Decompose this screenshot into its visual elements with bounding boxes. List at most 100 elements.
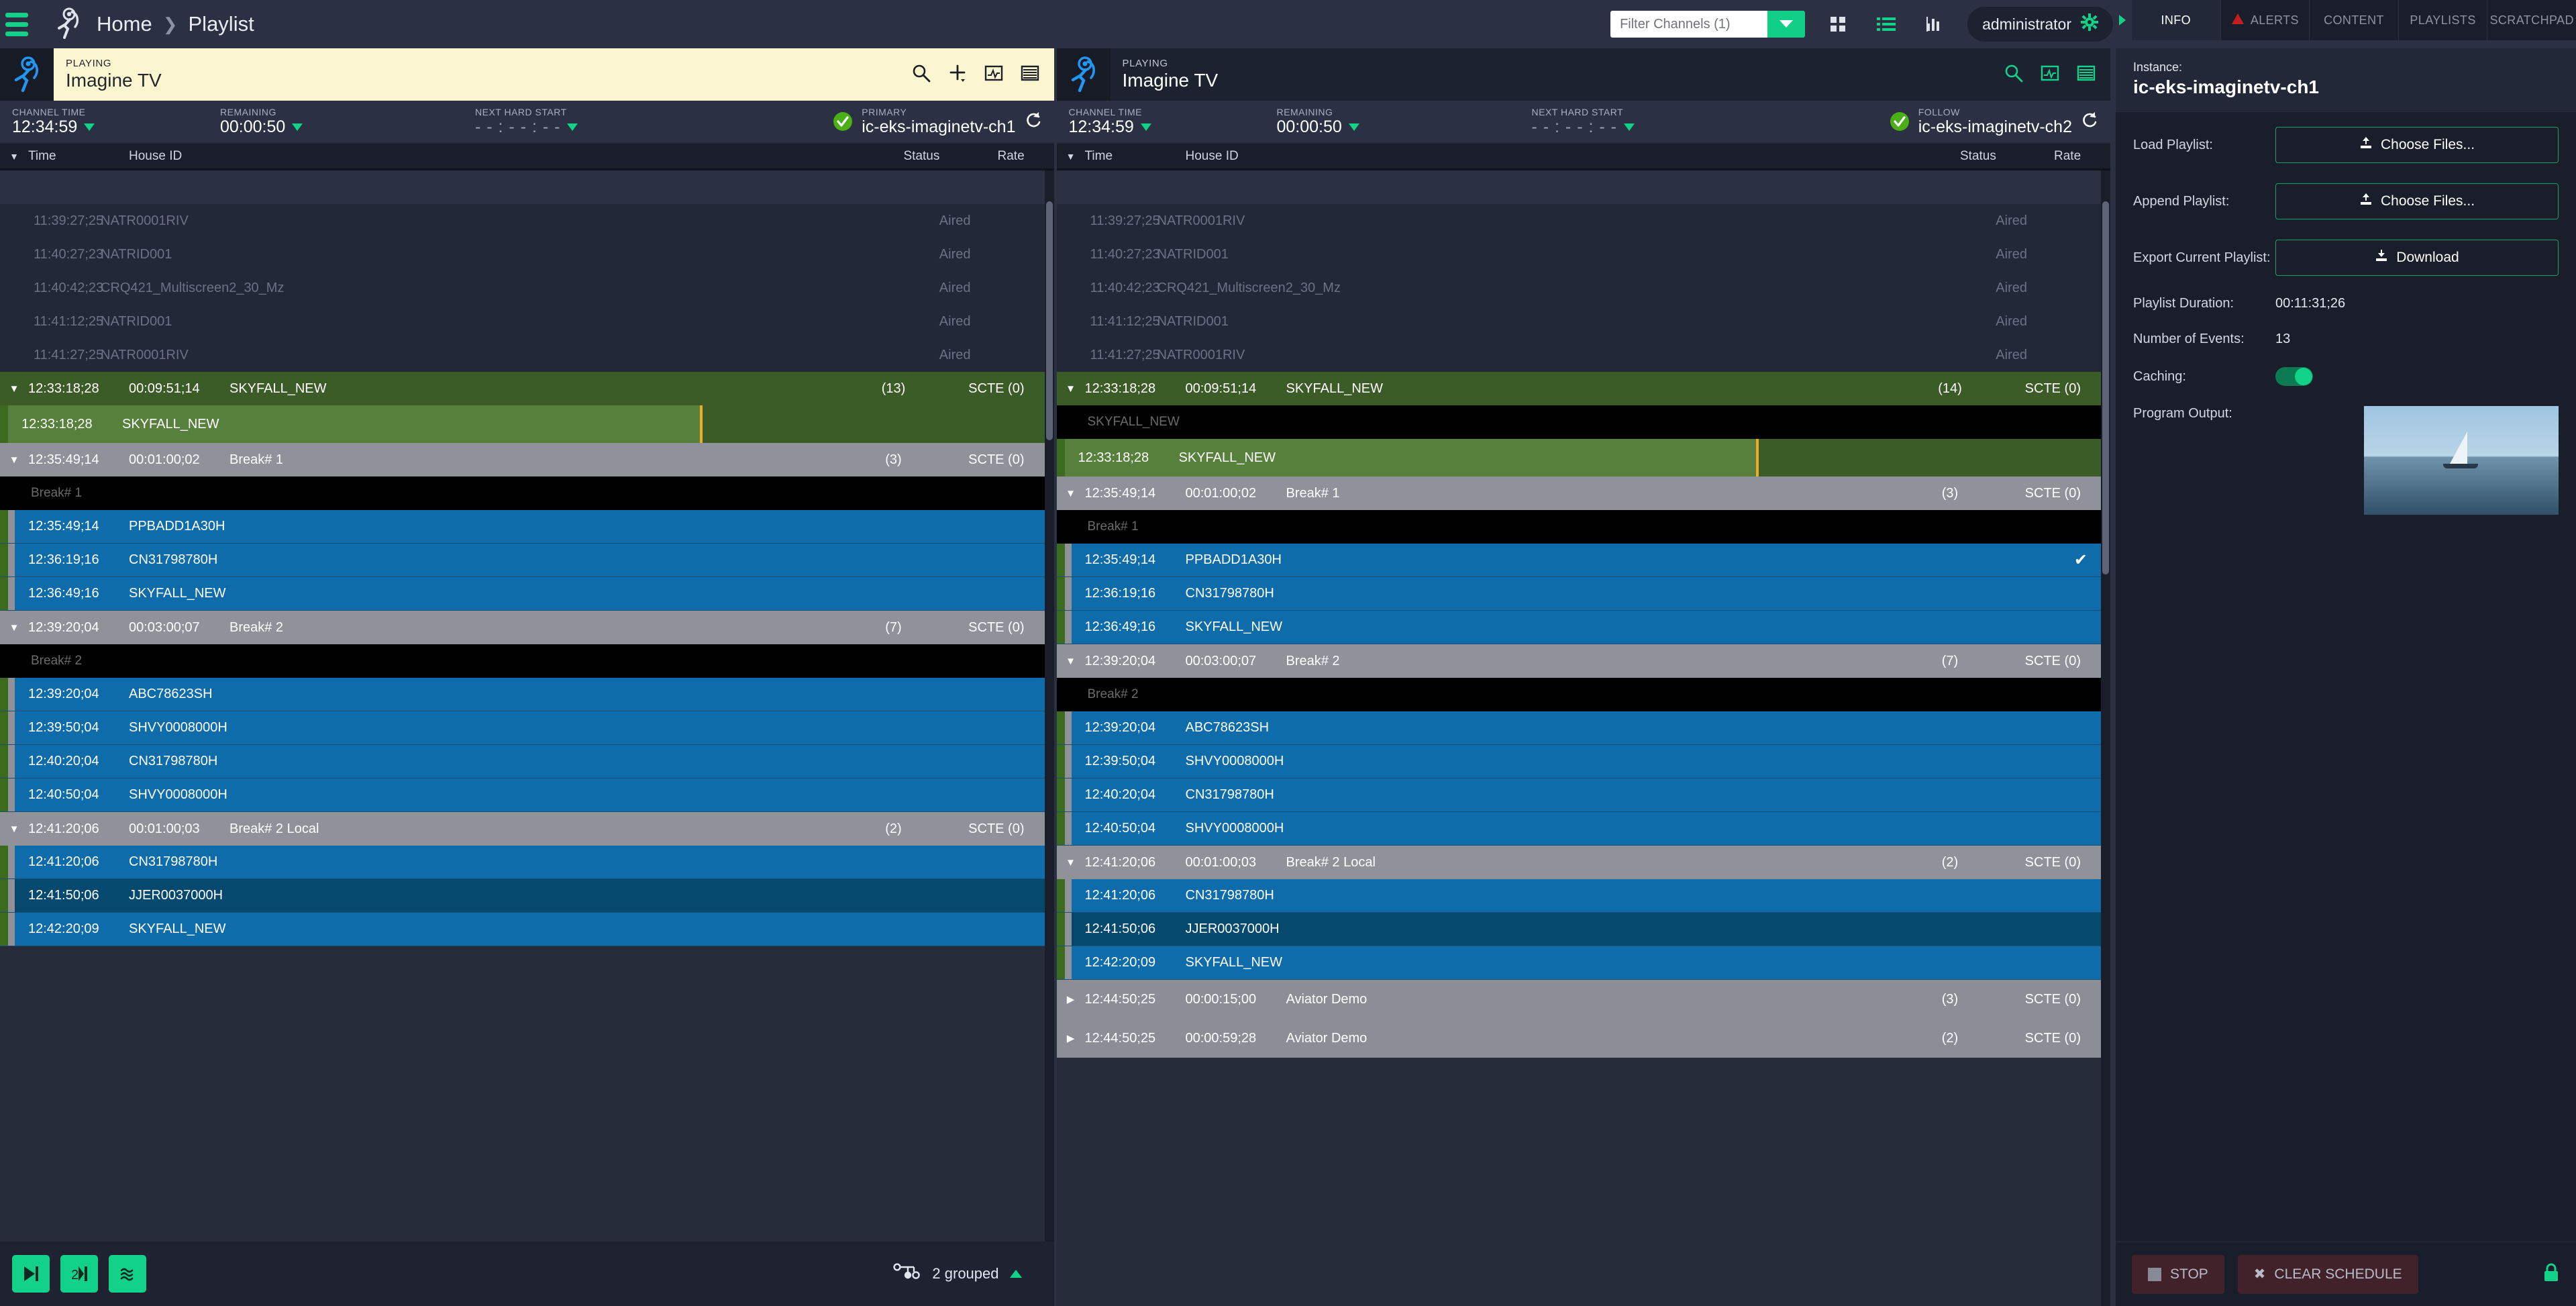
ch2-playlist[interactable]: 11:39:27;25NATR0001RIVAired11:40:27;23NA…: [1057, 170, 2102, 1306]
ch1-list-icon[interactable]: [1021, 64, 1039, 86]
table-row-media[interactable]: 12:42:20;09SKYFALL_NEW: [1057, 946, 2102, 980]
ch2-scroll-thumb[interactable]: [2102, 201, 2109, 574]
load-playlist-button[interactable]: Choose Files...: [2275, 127, 2559, 163]
ch1-add-event-icon[interactable]: [948, 64, 967, 86]
table-row-group-header[interactable]: ▶12:44:50;2500:00:15;00Aviator Demo(3)SC…: [1057, 980, 2102, 1019]
ch2-col-rate[interactable]: Rate: [2054, 149, 2110, 164]
ch2-next-hard-start-caret-icon[interactable]: [1624, 123, 1635, 131]
tab-scratchpad[interactable]: SCRATCHPAD: [2487, 0, 2576, 40]
tab-info[interactable]: INFO: [2132, 0, 2220, 40]
table-row-group-header[interactable]: ▶12:44:50;2500:00:59;28Aviator Demo(2)SC…: [1057, 1019, 2102, 1058]
table-row-media[interactable]: 12:42:20;09SKYFALL_NEW: [0, 913, 1045, 946]
ch2-col-time[interactable]: Time: [1085, 149, 1186, 164]
grouped-indicator[interactable]: 2 grouped: [893, 1263, 1041, 1285]
grouped-expand-icon[interactable]: [1010, 1270, 1022, 1278]
ch1-scroll-thumb[interactable]: [1046, 201, 1053, 440]
table-row-media[interactable]: 12:39:20;04ABC78623SH: [1057, 711, 2102, 745]
table-row-aired[interactable]: 11:40:42;23CRQ421_Multiscreen2_30_MzAire…: [1057, 271, 2102, 305]
group-expand-caret-icon[interactable]: ▼: [0, 823, 28, 835]
group-expand-caret-icon[interactable]: ▼: [1057, 488, 1085, 499]
table-row-group-header[interactable]: ▼12:39:20;0400:03:00;07Break# 2(7)SCTE (…: [0, 611, 1045, 644]
ch1-col-house-id[interactable]: House ID: [129, 149, 904, 164]
grid-view-icon[interactable]: [1822, 9, 1853, 40]
ch2-scrollbar[interactable]: [2101, 170, 2110, 1306]
table-row-media[interactable]: 12:35:49;14PPBADD1A30H✔: [1057, 544, 2102, 577]
table-row-media[interactable]: 12:35:49;14PPBADD1A30H: [0, 510, 1045, 544]
group-expand-caret-icon[interactable]: ▶: [1057, 1032, 1085, 1044]
ch1-monitor-icon[interactable]: [984, 64, 1003, 86]
ch1-next-hard-start-caret-icon[interactable]: [567, 123, 578, 131]
table-row-group-header[interactable]: ▼12:39:20;0400:03:00;07Break# 2(7)SCTE (…: [1057, 644, 2102, 678]
table-row-aired[interactable]: 11:40:42;23CRQ421_Multiscreen2_30_MzAire…: [0, 271, 1045, 305]
list-view-icon[interactable]: [1871, 9, 1902, 40]
table-row-group-header[interactable]: ▼12:35:49;1400:01:00;02Break# 1(3)SCTE (…: [0, 443, 1045, 476]
table-row-media[interactable]: 12:36:49;16SKYFALL_NEW: [0, 577, 1045, 611]
ch1-col-rate[interactable]: Rate: [998, 149, 1054, 164]
table-row-media[interactable]: 12:39:50;04SHVY0008000H: [1057, 745, 2102, 778]
table-row-media[interactable]: 12:40:50;04SHVY0008000H: [1057, 812, 2102, 846]
program-output-thumbnail[interactable]: [2364, 406, 2559, 515]
table-row-media[interactable]: 12:41:20;06CN31798780H: [1057, 879, 2102, 913]
tab-content[interactable]: CONTENT: [2309, 0, 2398, 40]
ch1-sort-caret-icon[interactable]: ▼: [0, 151, 28, 162]
ch2-col-house-id[interactable]: House ID: [1186, 149, 1961, 164]
group-expand-caret-icon[interactable]: ▼: [0, 383, 28, 395]
table-row-media[interactable]: 12:36:19;16CN31798780H: [1057, 577, 2102, 611]
chart-view-icon[interactable]: [1919, 9, 1950, 40]
table-row-aired[interactable]: 11:41:12;25NATRID001Aired: [0, 305, 1045, 338]
ch2-search-icon[interactable]: [2004, 64, 2023, 86]
table-row-aired[interactable]: 11:41:27;25NATR0001RIVAired: [1057, 338, 2102, 372]
ch1-remaining-caret-icon[interactable]: [292, 123, 303, 131]
download-playlist-button[interactable]: Download: [2275, 240, 2559, 276]
table-row-aired[interactable]: 11:40:27;23NATRID001Aired: [1057, 238, 2102, 271]
skip-two-button[interactable]: 2: [60, 1255, 98, 1293]
table-row-media[interactable]: 12:40:50;04SHVY0008000H: [0, 778, 1045, 812]
user-menu[interactable]: administrator: [1967, 7, 2113, 42]
ch1-playlist[interactable]: 11:39:27;25NATR0001RIVAired11:40:27;23NA…: [0, 170, 1045, 1242]
group-expand-caret-icon[interactable]: ▼: [1057, 656, 1085, 667]
group-expand-caret-icon[interactable]: ▼: [0, 454, 28, 466]
caching-toggle[interactable]: [2275, 367, 2313, 386]
table-row-group-header[interactable]: ▼12:35:49;1400:01:00;02Break# 1(3)SCTE (…: [1057, 476, 2102, 510]
table-row-media[interactable]: 12:36:19;16CN31798780H: [0, 544, 1045, 577]
table-row-aired[interactable]: 11:39:27;25NATR0001RIVAired: [0, 204, 1045, 238]
ch2-remaining-caret-icon[interactable]: [1349, 123, 1359, 131]
group-expand-caret-icon[interactable]: ▼: [0, 622, 28, 634]
table-row-media[interactable]: 12:40:20;04CN31798780H: [0, 745, 1045, 778]
table-row-media[interactable]: 12:41:20;06CN31798780H: [0, 846, 1045, 879]
panel-collapse-icon[interactable]: [2113, 0, 2132, 40]
take-next-button[interactable]: [12, 1255, 50, 1293]
table-row-group-header[interactable]: ▼12:33:18;2800:09:51;14SKYFALL_NEW(13)SC…: [0, 372, 1045, 405]
chevron-down-icon[interactable]: [1767, 11, 1805, 38]
ch1-channel-time-caret-icon[interactable]: [84, 123, 95, 131]
table-row-selected[interactable]: 12:41:50;06JJER0037000H: [1057, 913, 2102, 946]
ch2-channel-time-caret-icon[interactable]: [1141, 123, 1151, 131]
ch2-reload-icon[interactable]: [2081, 111, 2098, 133]
filter-channels-input[interactable]: Filter Channels (1): [1610, 11, 1767, 38]
breadcrumb-playlist[interactable]: Playlist: [189, 12, 254, 36]
table-row-aired[interactable]: 11:40:27;23NATRID001Aired: [0, 238, 1045, 271]
group-expand-caret-icon[interactable]: ▼: [1057, 857, 1085, 868]
menu-icon[interactable]: [5, 13, 28, 36]
lock-icon[interactable]: [2542, 1262, 2560, 1286]
table-row-group-header[interactable]: ▼12:41:20;0600:01:00;03Break# 2 Local(2)…: [1057, 846, 2102, 879]
table-row-group-header[interactable]: ▼12:41:20;0600:01:00;03Break# 2 Local(2)…: [0, 812, 1045, 846]
ch1-search-icon[interactable]: [912, 64, 931, 86]
table-row-playing-media[interactable]: 12:33:18;28SKYFALL_NEW: [1057, 439, 2102, 476]
group-expand-caret-icon[interactable]: ▶: [1057, 993, 1085, 1005]
ch2-col-status[interactable]: Status: [1960, 149, 2054, 164]
table-row-group-header[interactable]: ▼12:33:18;2800:09:51;14SKYFALL_NEW(14)SC…: [1057, 372, 2102, 405]
tab-alerts[interactable]: ALERTS: [2220, 0, 2310, 40]
ripple-button[interactable]: [109, 1255, 146, 1293]
table-row-aired[interactable]: 11:41:27;25NATR0001RIVAired: [0, 338, 1045, 372]
table-row-playing-media[interactable]: 12:33:18;28SKYFALL_NEW: [0, 405, 1045, 443]
ch1-col-time[interactable]: Time: [28, 149, 129, 164]
table-row-aired[interactable]: 11:39:27;25NATR0001RIVAired: [1057, 204, 2102, 238]
breadcrumb-home[interactable]: Home: [97, 12, 152, 36]
clear-schedule-button[interactable]: ✖ CLEAR SCHEDULE: [2238, 1255, 2418, 1294]
ch1-scrollbar[interactable]: [1045, 170, 1054, 1242]
table-row-media[interactable]: 12:39:50;04SHVY0008000H: [0, 711, 1045, 745]
ch2-sort-caret-icon[interactable]: ▼: [1057, 151, 1085, 162]
stop-button[interactable]: STOP: [2132, 1255, 2224, 1294]
ch1-col-status[interactable]: Status: [904, 149, 998, 164]
